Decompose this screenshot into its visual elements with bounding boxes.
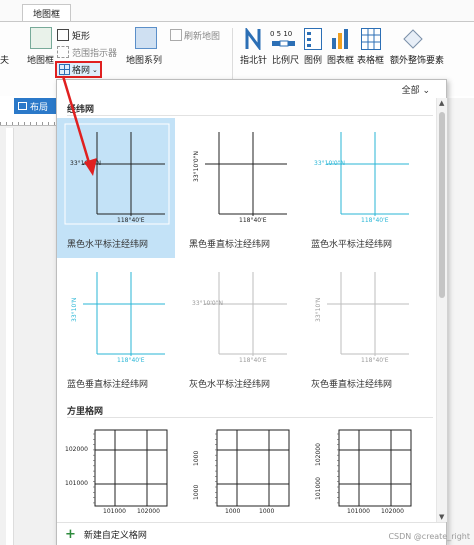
grid-coordinate-label: 1000 [193, 484, 200, 500]
tab-layout[interactable]: 布局 [14, 98, 56, 114]
latitude-label: 33°10'N [71, 297, 78, 322]
extra-element-button[interactable]: 额外整饰要素 [390, 53, 444, 66]
divider [67, 115, 433, 116]
grid-style-item[interactable]: 102000 101000 101000 102000 [57, 420, 175, 520]
grid-preview [93, 429, 168, 507]
extent-indicator-icon [57, 46, 69, 58]
longitude-label: 118°40'E [117, 217, 145, 224]
plus-icon: + [65, 526, 76, 542]
gallery-scrollbar[interactable]: ▲ ▼ [436, 98, 447, 522]
grid-coordinate-label: 101000 [65, 480, 88, 487]
grid-coordinate-label: 102000 [137, 508, 160, 515]
refresh-map-button[interactable]: 刷新地图 [184, 29, 220, 42]
graticule-preview [327, 132, 409, 216]
grid-coordinate-label: 1000 [225, 508, 241, 515]
chart-frame-icon[interactable] [331, 28, 351, 50]
ribbon-tab-map-frame[interactable]: 地图框 [22, 4, 72, 22]
graticule-preview [205, 272, 287, 356]
rectangle-icon [57, 29, 69, 41]
longitude-label: 118°40'E [361, 357, 389, 364]
longitude-label: 118°40'E [117, 357, 145, 364]
grid-coordinate-label: 1000 [193, 450, 200, 466]
longitude-label: 118°40'E [361, 217, 389, 224]
grid-style-item[interactable]: 1000 1000 1000 1000 [179, 420, 297, 520]
scale-bar-button[interactable]: 比例尺 [272, 53, 299, 66]
grid-coordinate-label: 102000 [315, 443, 322, 466]
graticule-style-label: 蓝色水平标注经纬网 [311, 240, 393, 250]
grid-preview [215, 429, 290, 507]
tab-layout-label: 布局 [30, 102, 49, 113]
graticule-style-label: 黑色水平标注经纬网 [67, 240, 149, 250]
latitude-label: 33°10'N [315, 297, 322, 322]
scale-bar-icon[interactable] [272, 40, 296, 48]
section-title-grid: 方里格网 [67, 407, 104, 417]
table-frame-button[interactable]: 表格框 [357, 53, 384, 66]
map-frame-icon[interactable] [30, 27, 52, 49]
legend-button[interactable]: 图例 [304, 53, 322, 66]
graticule-style-item[interactable]: 33°10'N 118°40'E 灰色垂直标注经纬网 [301, 258, 419, 398]
graticule-style-item[interactable]: 33°10'N 118°40'E 蓝色垂直标注经纬网 [57, 258, 175, 398]
grid-style-item[interactable]: 102000 101000 101000 102000 [301, 420, 419, 520]
graticule-style-item[interactable]: 33°10'0"N 118°40'E 蓝色水平标注经纬网 [301, 118, 419, 258]
graticule-style-item[interactable]: 33°10'0"N 118°40'E 黑色垂直标注经纬网 [179, 118, 297, 258]
grid-coordinate-label: 102000 [65, 446, 88, 453]
rectangle-button[interactable]: 矩形 [72, 29, 90, 42]
map-frame-button[interactable]: 地图框 [27, 53, 54, 66]
graticule-style-label: 灰色水平标注经纬网 [189, 380, 271, 390]
map-series-button[interactable]: 地图系列 [126, 53, 162, 66]
north-arrow-icon[interactable] [245, 28, 261, 50]
gallery-scroll-area: 经纬网 33°10'0"N118°40'E黑色水平标注经纬网33°10'0"N1… [57, 98, 435, 522]
grid-gallery: 全部 ⌄ 经纬网 33°10'0"N118°40'E黑色水平标注经纬网33°10… [56, 79, 447, 545]
chevron-down-icon: ⌄ [422, 86, 430, 96]
partial-ribbon-label: 夫 [0, 56, 10, 66]
scroll-up-icon[interactable]: ▲ [439, 99, 444, 107]
graticule-style-label: 灰色垂直标注经纬网 [311, 380, 393, 390]
latitude-label: 33°10'0"N [192, 300, 223, 307]
north-arrow-button[interactable]: 指北针 [240, 53, 267, 66]
graticule-style-label: 蓝色垂直标注经纬网 [67, 380, 149, 390]
scroll-down-icon[interactable]: ▼ [439, 513, 444, 521]
latitude-label: 33°10'0"N [314, 160, 345, 167]
grid-coordinate-label: 101000 [315, 477, 322, 500]
graticule-style-item[interactable]: 33°10'0"N 118°40'E 灰色水平标注经纬网 [179, 258, 297, 398]
new-custom-grid-label: 新建自定义格网 [83, 530, 147, 541]
chevron-down-icon: ⌄ [92, 65, 98, 74]
grid-coordinate-label: 102000 [381, 508, 404, 515]
refresh-icon [170, 29, 182, 41]
layout-canvas-right [448, 98, 474, 545]
layout-icon [18, 102, 27, 110]
longitude-label: 118°40'E [239, 217, 267, 224]
gallery-filter[interactable]: 全部 ⌄ [402, 83, 430, 96]
grid-preview [337, 429, 412, 507]
ruler [0, 116, 60, 126]
grid-coordinate-label: 101000 [347, 508, 370, 515]
map-series-icon[interactable] [135, 27, 157, 49]
table-frame-icon[interactable] [361, 28, 381, 50]
callout-arrow-icon [61, 75, 97, 176]
grid-coordinate-label: 1000 [259, 508, 275, 515]
page-edge [6, 128, 14, 545]
gallery-filter-value: 全部 [401, 86, 420, 96]
grid-coordinate-label: 101000 [103, 508, 126, 515]
divider [67, 417, 433, 418]
latitude-label: 33°10'0"N [193, 151, 200, 182]
extent-indicator-button[interactable]: 范围指示器 [72, 46, 117, 59]
legend-icon[interactable] [304, 28, 322, 50]
graticule-style-label: 黑色垂直标注经纬网 [189, 240, 271, 250]
watermark: CSDN @create_right [388, 532, 470, 541]
longitude-label: 118°40'E [239, 357, 267, 364]
extra-element-icon[interactable] [402, 28, 424, 50]
chart-frame-button[interactable]: 图表框 [327, 53, 354, 66]
scroll-thumb[interactable] [439, 112, 445, 298]
scale-bar-sample: 0 5 10 [270, 30, 293, 38]
